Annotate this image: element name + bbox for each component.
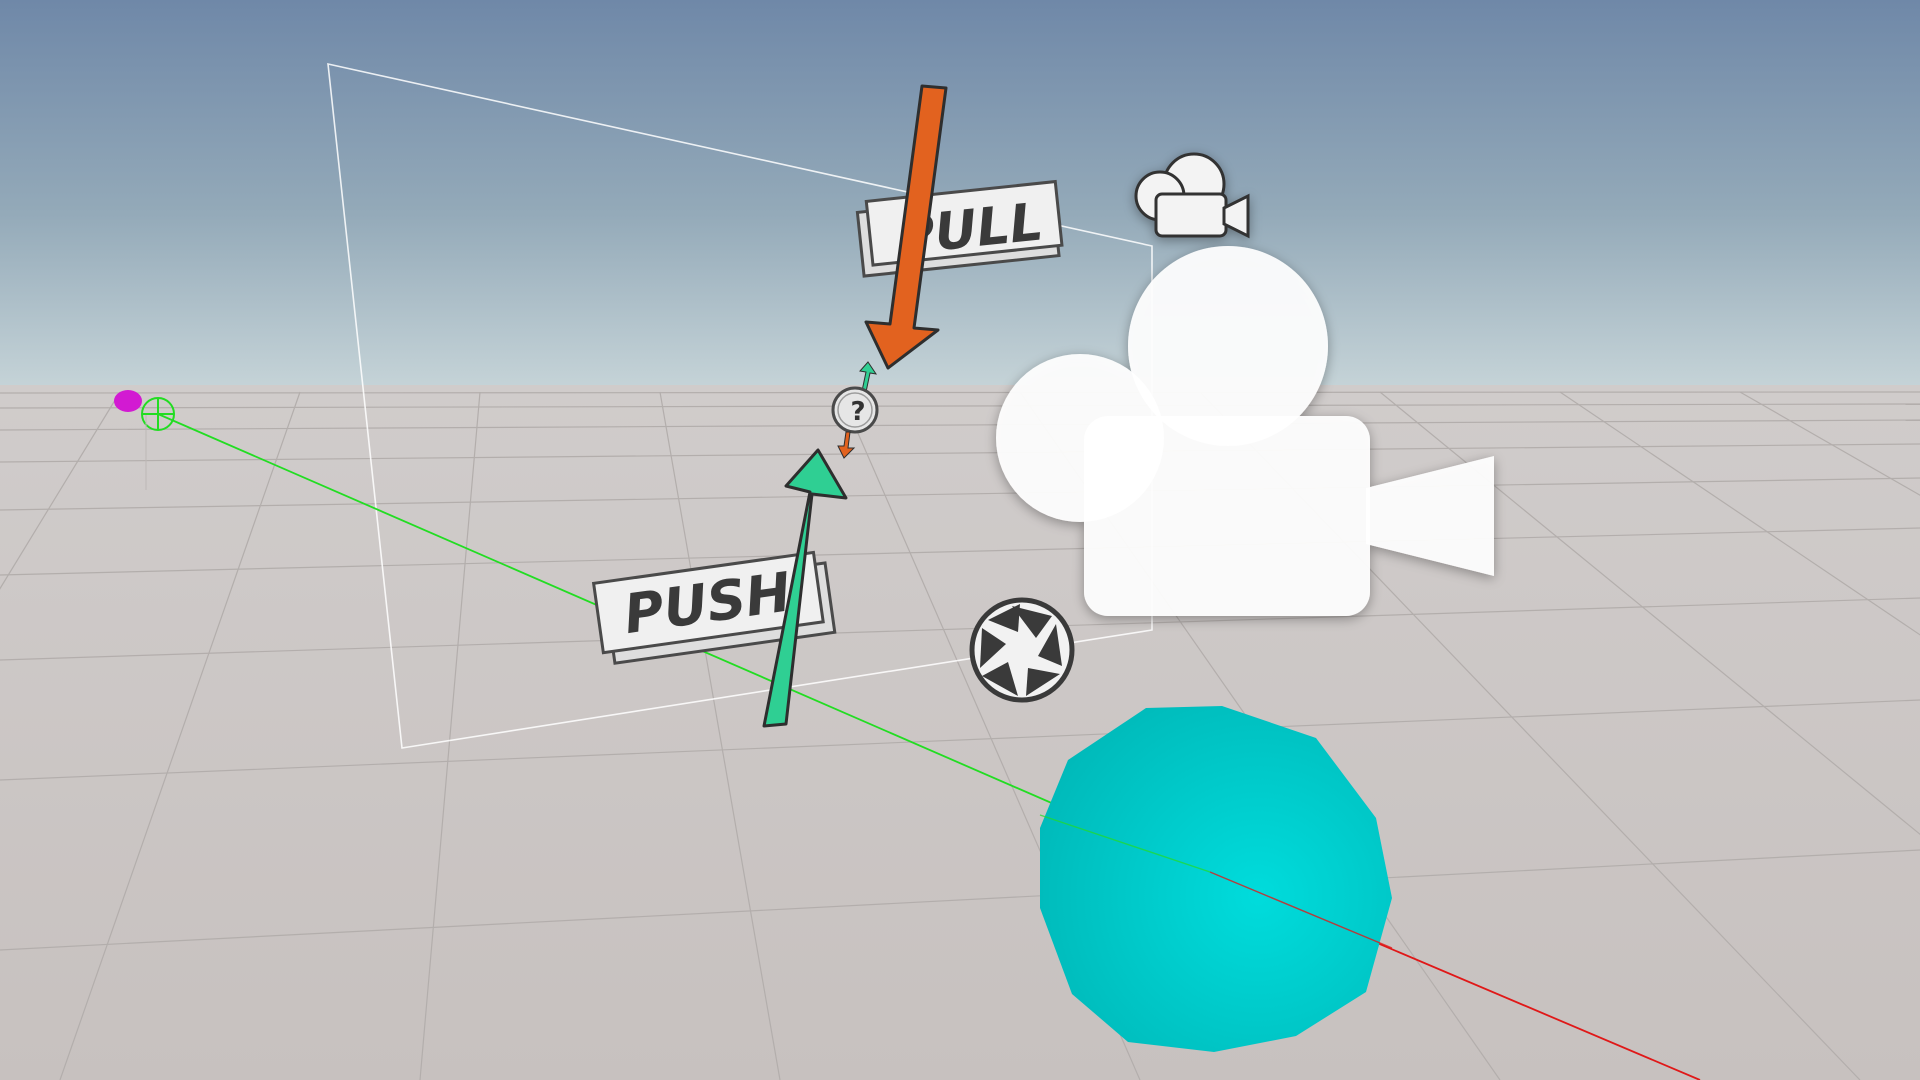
ground-plane: [0, 385, 1920, 1080]
aperture-icon[interactable]: [969, 597, 1075, 703]
origin-sphere-icon[interactable]: [114, 390, 142, 412]
crosshair-icon[interactable]: [141, 397, 175, 431]
question-mark-icon: ?: [850, 397, 865, 427]
scene-viewport[interactable]: PULL ? PUSH: [0, 0, 1920, 1080]
